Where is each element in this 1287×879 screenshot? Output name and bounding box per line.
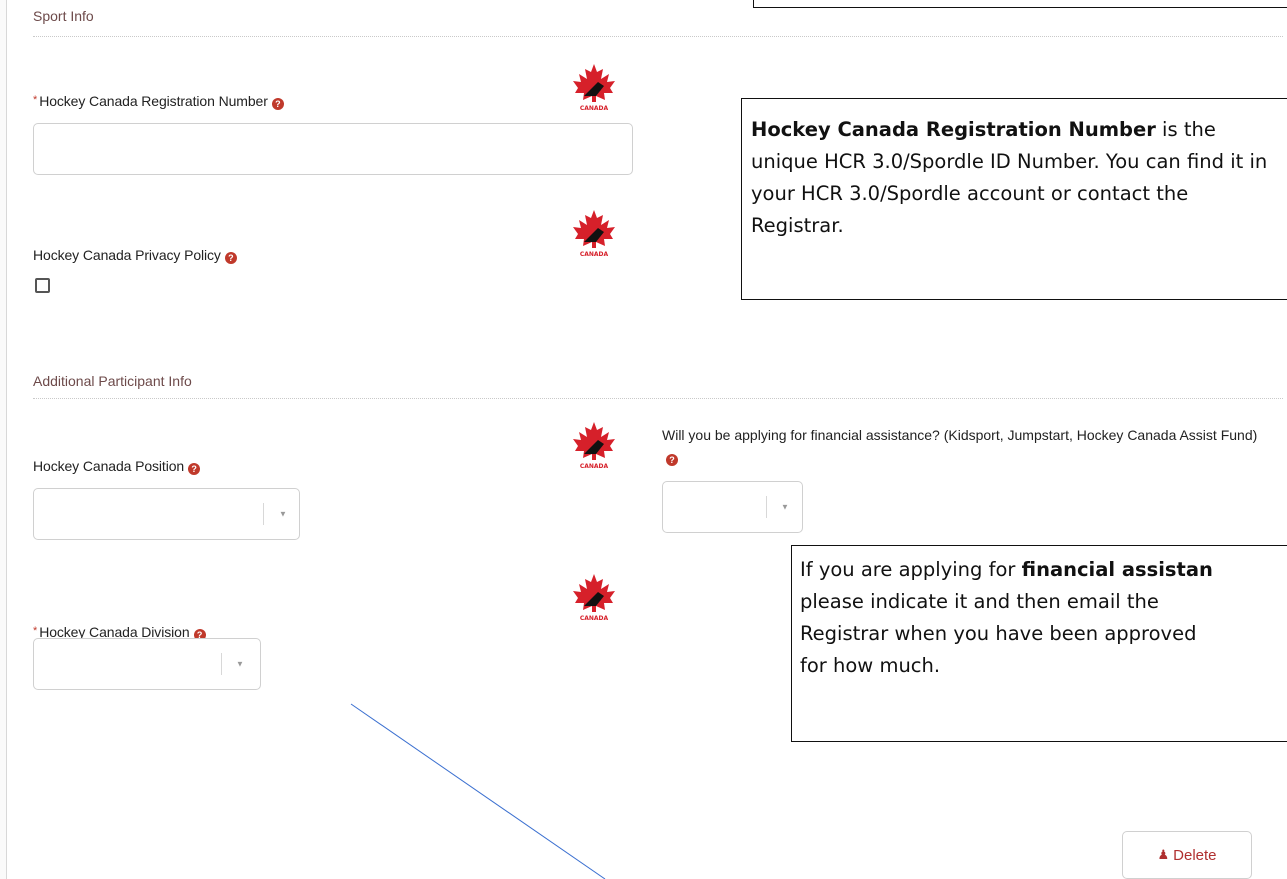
- remove-user-icon: ♟: [1157, 847, 1170, 862]
- delete-button[interactable]: ♟ Delete: [1122, 831, 1252, 879]
- delete-button-label: Delete: [1173, 846, 1217, 864]
- annotation-leader-line: [350, 703, 606, 879]
